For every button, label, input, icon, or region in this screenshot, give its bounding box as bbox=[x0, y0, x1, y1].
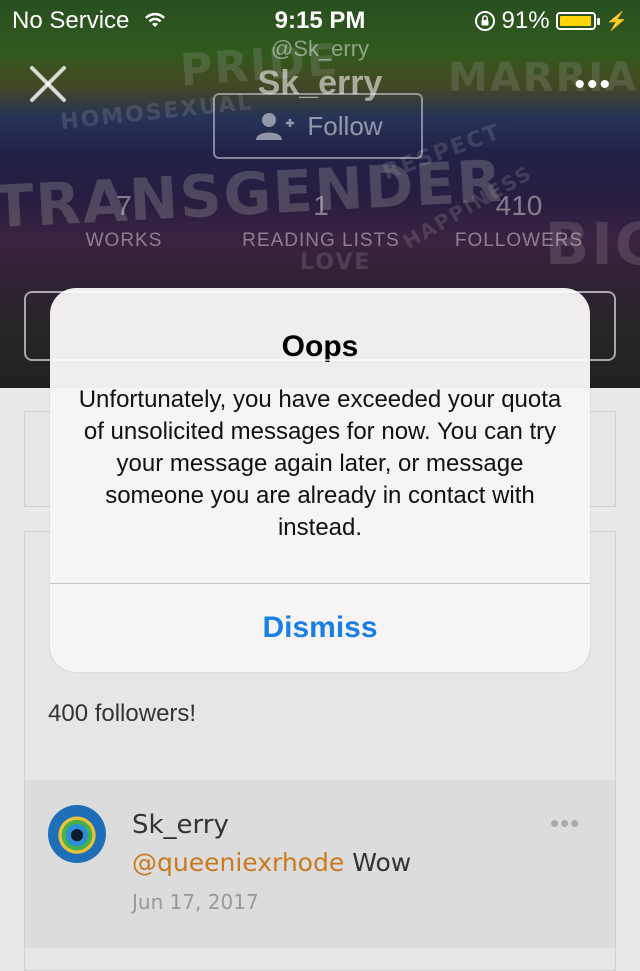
follow-label: Follow bbox=[307, 110, 383, 141]
add-user-icon bbox=[256, 113, 295, 140]
stat-label: READING LISTS bbox=[242, 230, 400, 251]
profile-handle: @Sk_erry bbox=[270, 36, 370, 61]
stat-followers[interactable]: 410 FOLLOWERS bbox=[452, 190, 586, 252]
stat-works[interactable]: 7 WORKS bbox=[72, 190, 176, 252]
alert-message: Unfortunately, you have exceeded your qu… bbox=[78, 386, 562, 541]
stat-label: WORKS bbox=[85, 230, 163, 251]
stat-value: 7 bbox=[116, 190, 132, 221]
stat-value: 410 bbox=[495, 190, 543, 221]
message-button[interactable] bbox=[24, 291, 616, 361]
battery-percent: 91% bbox=[501, 7, 550, 34]
rotation-lock-icon bbox=[474, 11, 495, 31]
charging-bolt-icon: ⚡ bbox=[605, 10, 628, 31]
stat-label: FOLLOWERS bbox=[454, 230, 584, 251]
dismiss-button[interactable]: Dismiss bbox=[50, 584, 590, 672]
battery-icon bbox=[555, 12, 600, 30]
stat-reading-lists[interactable]: 1 READING LISTS bbox=[236, 190, 406, 252]
follow-button[interactable]: Follow bbox=[213, 93, 423, 159]
status-bar: No Service 9:15 PM 91% ⚡ bbox=[0, 0, 640, 40]
status-right: 91% ⚡ bbox=[474, 7, 628, 35]
stat-value: 1 bbox=[313, 190, 329, 221]
